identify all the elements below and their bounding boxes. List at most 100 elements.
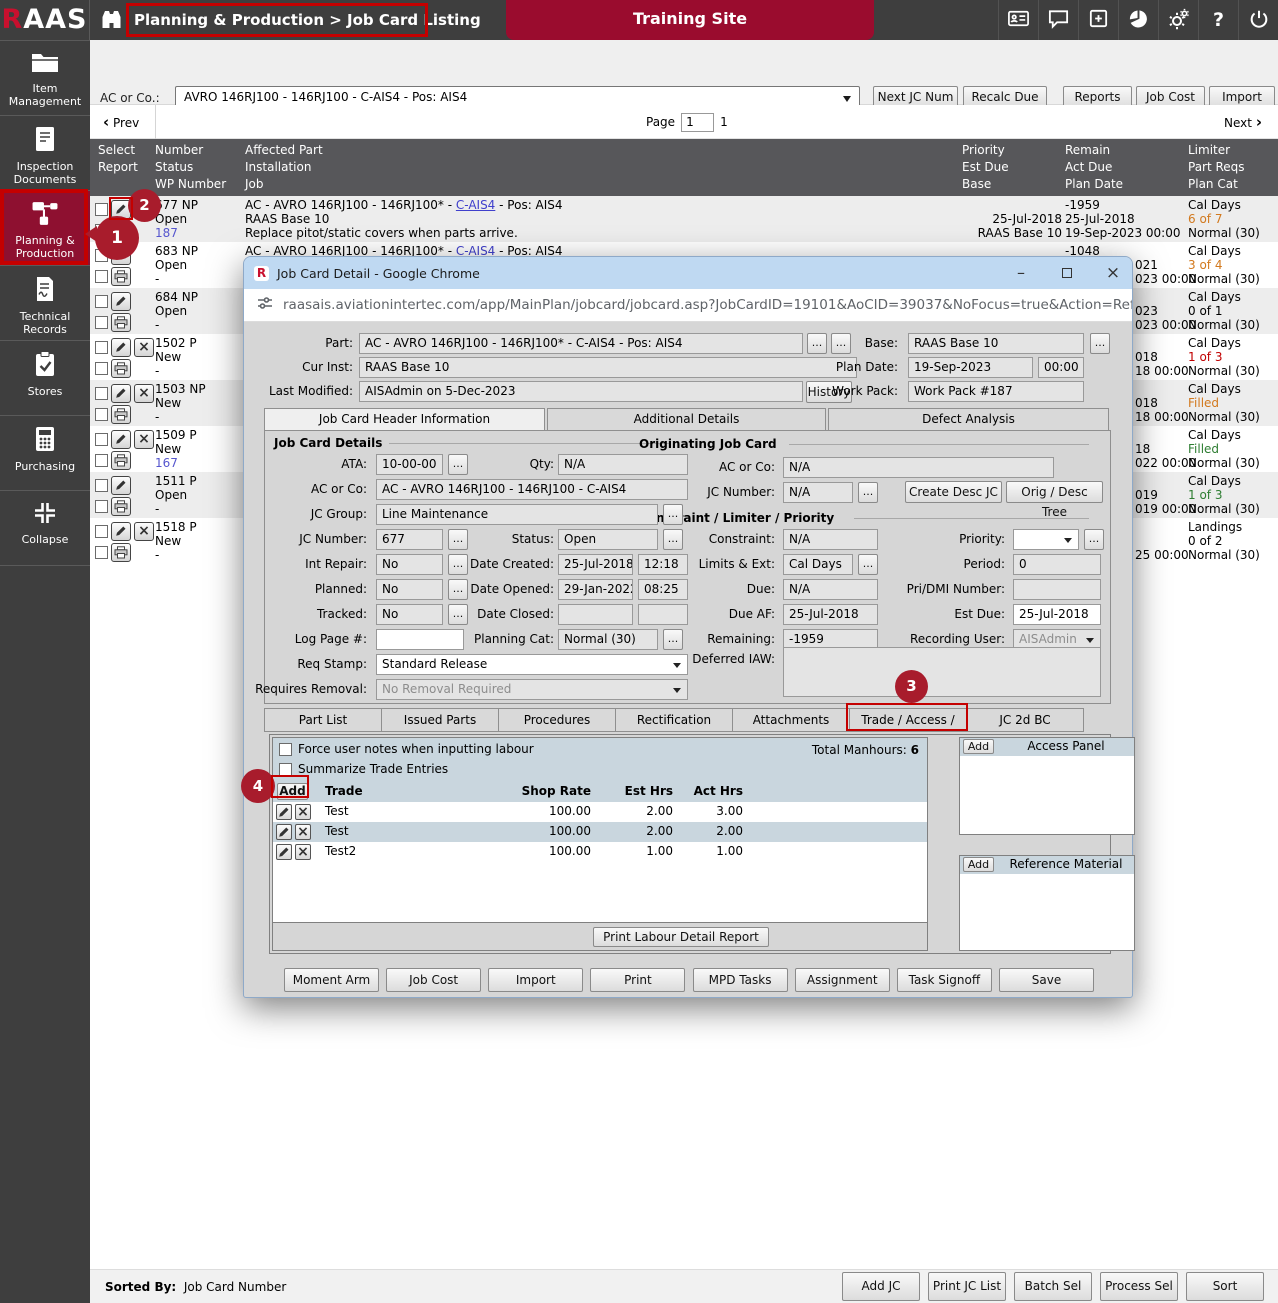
tab-issued-parts[interactable]: Issued Parts bbox=[381, 708, 499, 732]
select-checkbox[interactable] bbox=[95, 387, 108, 400]
print-icon[interactable] bbox=[111, 451, 131, 470]
next-page-button[interactable]: Next › bbox=[1224, 105, 1262, 139]
delete-icon[interactable]: × bbox=[134, 338, 154, 357]
chat-button[interactable] bbox=[1038, 0, 1078, 40]
create-desc-jc-button[interactable]: Create Desc JC bbox=[905, 481, 1002, 503]
batch-sel-button[interactable]: Batch Sel bbox=[1014, 1272, 1092, 1301]
edit-icon[interactable] bbox=[111, 338, 131, 357]
sidebar-item-planning-production[interactable]: Planning & Production bbox=[0, 190, 90, 265]
report-checkbox[interactable] bbox=[95, 500, 108, 513]
jc-group-lookup-button[interactable]: ... bbox=[663, 504, 683, 525]
sidebar-item-inspection-documents[interactable]: Inspection Documents bbox=[0, 115, 90, 190]
pie-chart-button[interactable] bbox=[1118, 0, 1158, 40]
select-checkbox[interactable] bbox=[95, 249, 108, 262]
date-opened-field[interactable]: 29-Jan-2022 bbox=[558, 579, 633, 600]
site-controls-icon[interactable] bbox=[257, 295, 273, 315]
plan-time-field[interactable]: 00:00 bbox=[1038, 357, 1084, 378]
orig-desc-tree-button[interactable]: Orig / Desc Tree bbox=[1006, 481, 1103, 503]
print-button[interactable]: Print bbox=[590, 968, 685, 992]
power-button[interactable] bbox=[1238, 0, 1278, 40]
print-jc-list-button[interactable]: Print JC List bbox=[928, 1272, 1006, 1301]
requires-removal-field[interactable]: No Removal Required bbox=[376, 679, 688, 700]
print-icon[interactable] bbox=[111, 359, 131, 378]
priority-lookup-button[interactable]: ... bbox=[1084, 529, 1104, 550]
tab-part-list[interactable]: Part List bbox=[264, 708, 382, 732]
ata-field[interactable]: 10-00-00 bbox=[376, 454, 443, 475]
moment-arm-button[interactable]: Moment Arm bbox=[284, 968, 379, 992]
print-icon[interactable] bbox=[111, 313, 131, 332]
limits-ext-field[interactable]: Cal Days bbox=[783, 554, 853, 575]
report-checkbox[interactable] bbox=[95, 362, 108, 375]
edit-icon[interactable] bbox=[111, 384, 131, 403]
priority-field[interactable] bbox=[1013, 529, 1079, 550]
print-icon[interactable] bbox=[111, 221, 131, 240]
sidebar-item-item-management[interactable]: Item Management bbox=[0, 40, 90, 115]
tab-job-card-header-information[interactable]: Job Card Header Information bbox=[264, 408, 545, 431]
last-modified-field[interactable]: AISAdmin on 5-Dec-2023 bbox=[359, 381, 803, 402]
wp-number[interactable]: 167 bbox=[155, 456, 247, 470]
task-signoff-button[interactable]: Task Signoff bbox=[897, 968, 992, 992]
est-due-field[interactable]: 25-Jul-2018 bbox=[1013, 604, 1101, 625]
tab-attachments[interactable]: Attachments bbox=[732, 708, 850, 732]
tab-jc-2d-bc[interactable]: JC 2d BC bbox=[966, 708, 1084, 732]
help-button[interactable]: ? bbox=[1198, 0, 1238, 40]
delete-icon[interactable]: × bbox=[295, 844, 311, 860]
select-checkbox[interactable] bbox=[95, 295, 108, 308]
report-checkbox[interactable] bbox=[95, 454, 108, 467]
int-repair-field[interactable]: No bbox=[376, 554, 443, 575]
base-field[interactable]: RAAS Base 10 bbox=[908, 333, 1084, 354]
edit-icon[interactable] bbox=[111, 200, 131, 219]
mpd-tasks-button[interactable]: MPD Tasks bbox=[693, 968, 788, 992]
add-trade-button[interactable]: Add bbox=[277, 783, 308, 800]
position-link[interactable]: C-AIS4 bbox=[456, 198, 495, 212]
jc-number-lookup-button[interactable]: ... bbox=[448, 529, 468, 550]
planned-field[interactable]: No bbox=[376, 579, 443, 600]
import-button[interactable]: Import bbox=[488, 968, 583, 992]
delete-icon[interactable]: × bbox=[134, 522, 154, 541]
select-checkbox[interactable] bbox=[95, 433, 108, 446]
edit-icon[interactable] bbox=[111, 430, 131, 449]
wp-number[interactable]: 187 bbox=[155, 226, 247, 240]
sidebar-item-technical-records[interactable]: Technical Records bbox=[0, 265, 90, 340]
cur-inst-field[interactable]: RAAS Base 10 bbox=[359, 357, 857, 378]
jc-number-lookup-button[interactable]: ... bbox=[858, 482, 878, 503]
ac-or-co-field[interactable]: N/A bbox=[783, 457, 1054, 478]
int-repair-lookup-button[interactable]: ... bbox=[448, 554, 468, 575]
address-url[interactable]: raasais.aviationintertec.com/app/MainPla… bbox=[283, 297, 1132, 313]
print-icon[interactable] bbox=[111, 405, 131, 424]
close-icon[interactable]: × bbox=[1098, 257, 1128, 289]
plan-date-field[interactable]: 19-Sep-2023 bbox=[908, 357, 1033, 378]
select-checkbox[interactable] bbox=[95, 479, 108, 492]
add-jc-button[interactable]: Add JC bbox=[842, 1272, 920, 1301]
part-field[interactable]: AC - AVRO 146RJ100 - 146RJ100* - C-AIS4 … bbox=[359, 333, 803, 354]
report-checkbox[interactable] bbox=[95, 270, 108, 283]
breadcrumb[interactable]: Planning & Production > Job Card Listing bbox=[134, 0, 481, 40]
log-page-#-field[interactable] bbox=[376, 629, 464, 650]
sidebar-item-purchasing[interactable]: Purchasing bbox=[0, 415, 90, 490]
add-access-panel-button[interactable]: Add bbox=[963, 739, 994, 754]
edit-icon[interactable] bbox=[276, 804, 292, 820]
maximize-button[interactable] bbox=[1052, 257, 1082, 289]
assignment-button[interactable]: Assignment bbox=[795, 968, 890, 992]
report-checkbox[interactable] bbox=[95, 408, 108, 421]
edit-icon[interactable] bbox=[111, 522, 131, 541]
select-checkbox[interactable] bbox=[95, 203, 108, 216]
add-reference-button[interactable]: Add bbox=[963, 857, 994, 872]
page-input[interactable]: 1 bbox=[681, 113, 714, 132]
edit-icon[interactable] bbox=[276, 844, 292, 860]
add-window-button[interactable] bbox=[1078, 0, 1118, 40]
tab-rectification[interactable]: Rectification bbox=[615, 708, 733, 732]
tracked-lookup-button[interactable]: ... bbox=[448, 604, 468, 625]
tab-trade-access-ref[interactable]: Trade / Access / Ref bbox=[849, 708, 967, 732]
delete-icon[interactable]: × bbox=[295, 804, 311, 820]
save-button[interactable]: Save bbox=[999, 968, 1094, 992]
report-checkbox[interactable] bbox=[95, 224, 108, 237]
print-labour-detail-report-button[interactable]: Print Labour Detail Report bbox=[593, 927, 769, 947]
edit-icon[interactable] bbox=[111, 246, 131, 265]
job-cost-button[interactable]: Job Cost bbox=[386, 968, 481, 992]
sidebar-item-collapse[interactable]: Collapse bbox=[0, 490, 90, 565]
delete-icon[interactable]: × bbox=[295, 824, 311, 840]
sidebar-item-stores[interactable]: Stores bbox=[0, 340, 90, 415]
sort-button[interactable]: Sort bbox=[1186, 1272, 1264, 1301]
edit-icon[interactable] bbox=[111, 292, 131, 311]
